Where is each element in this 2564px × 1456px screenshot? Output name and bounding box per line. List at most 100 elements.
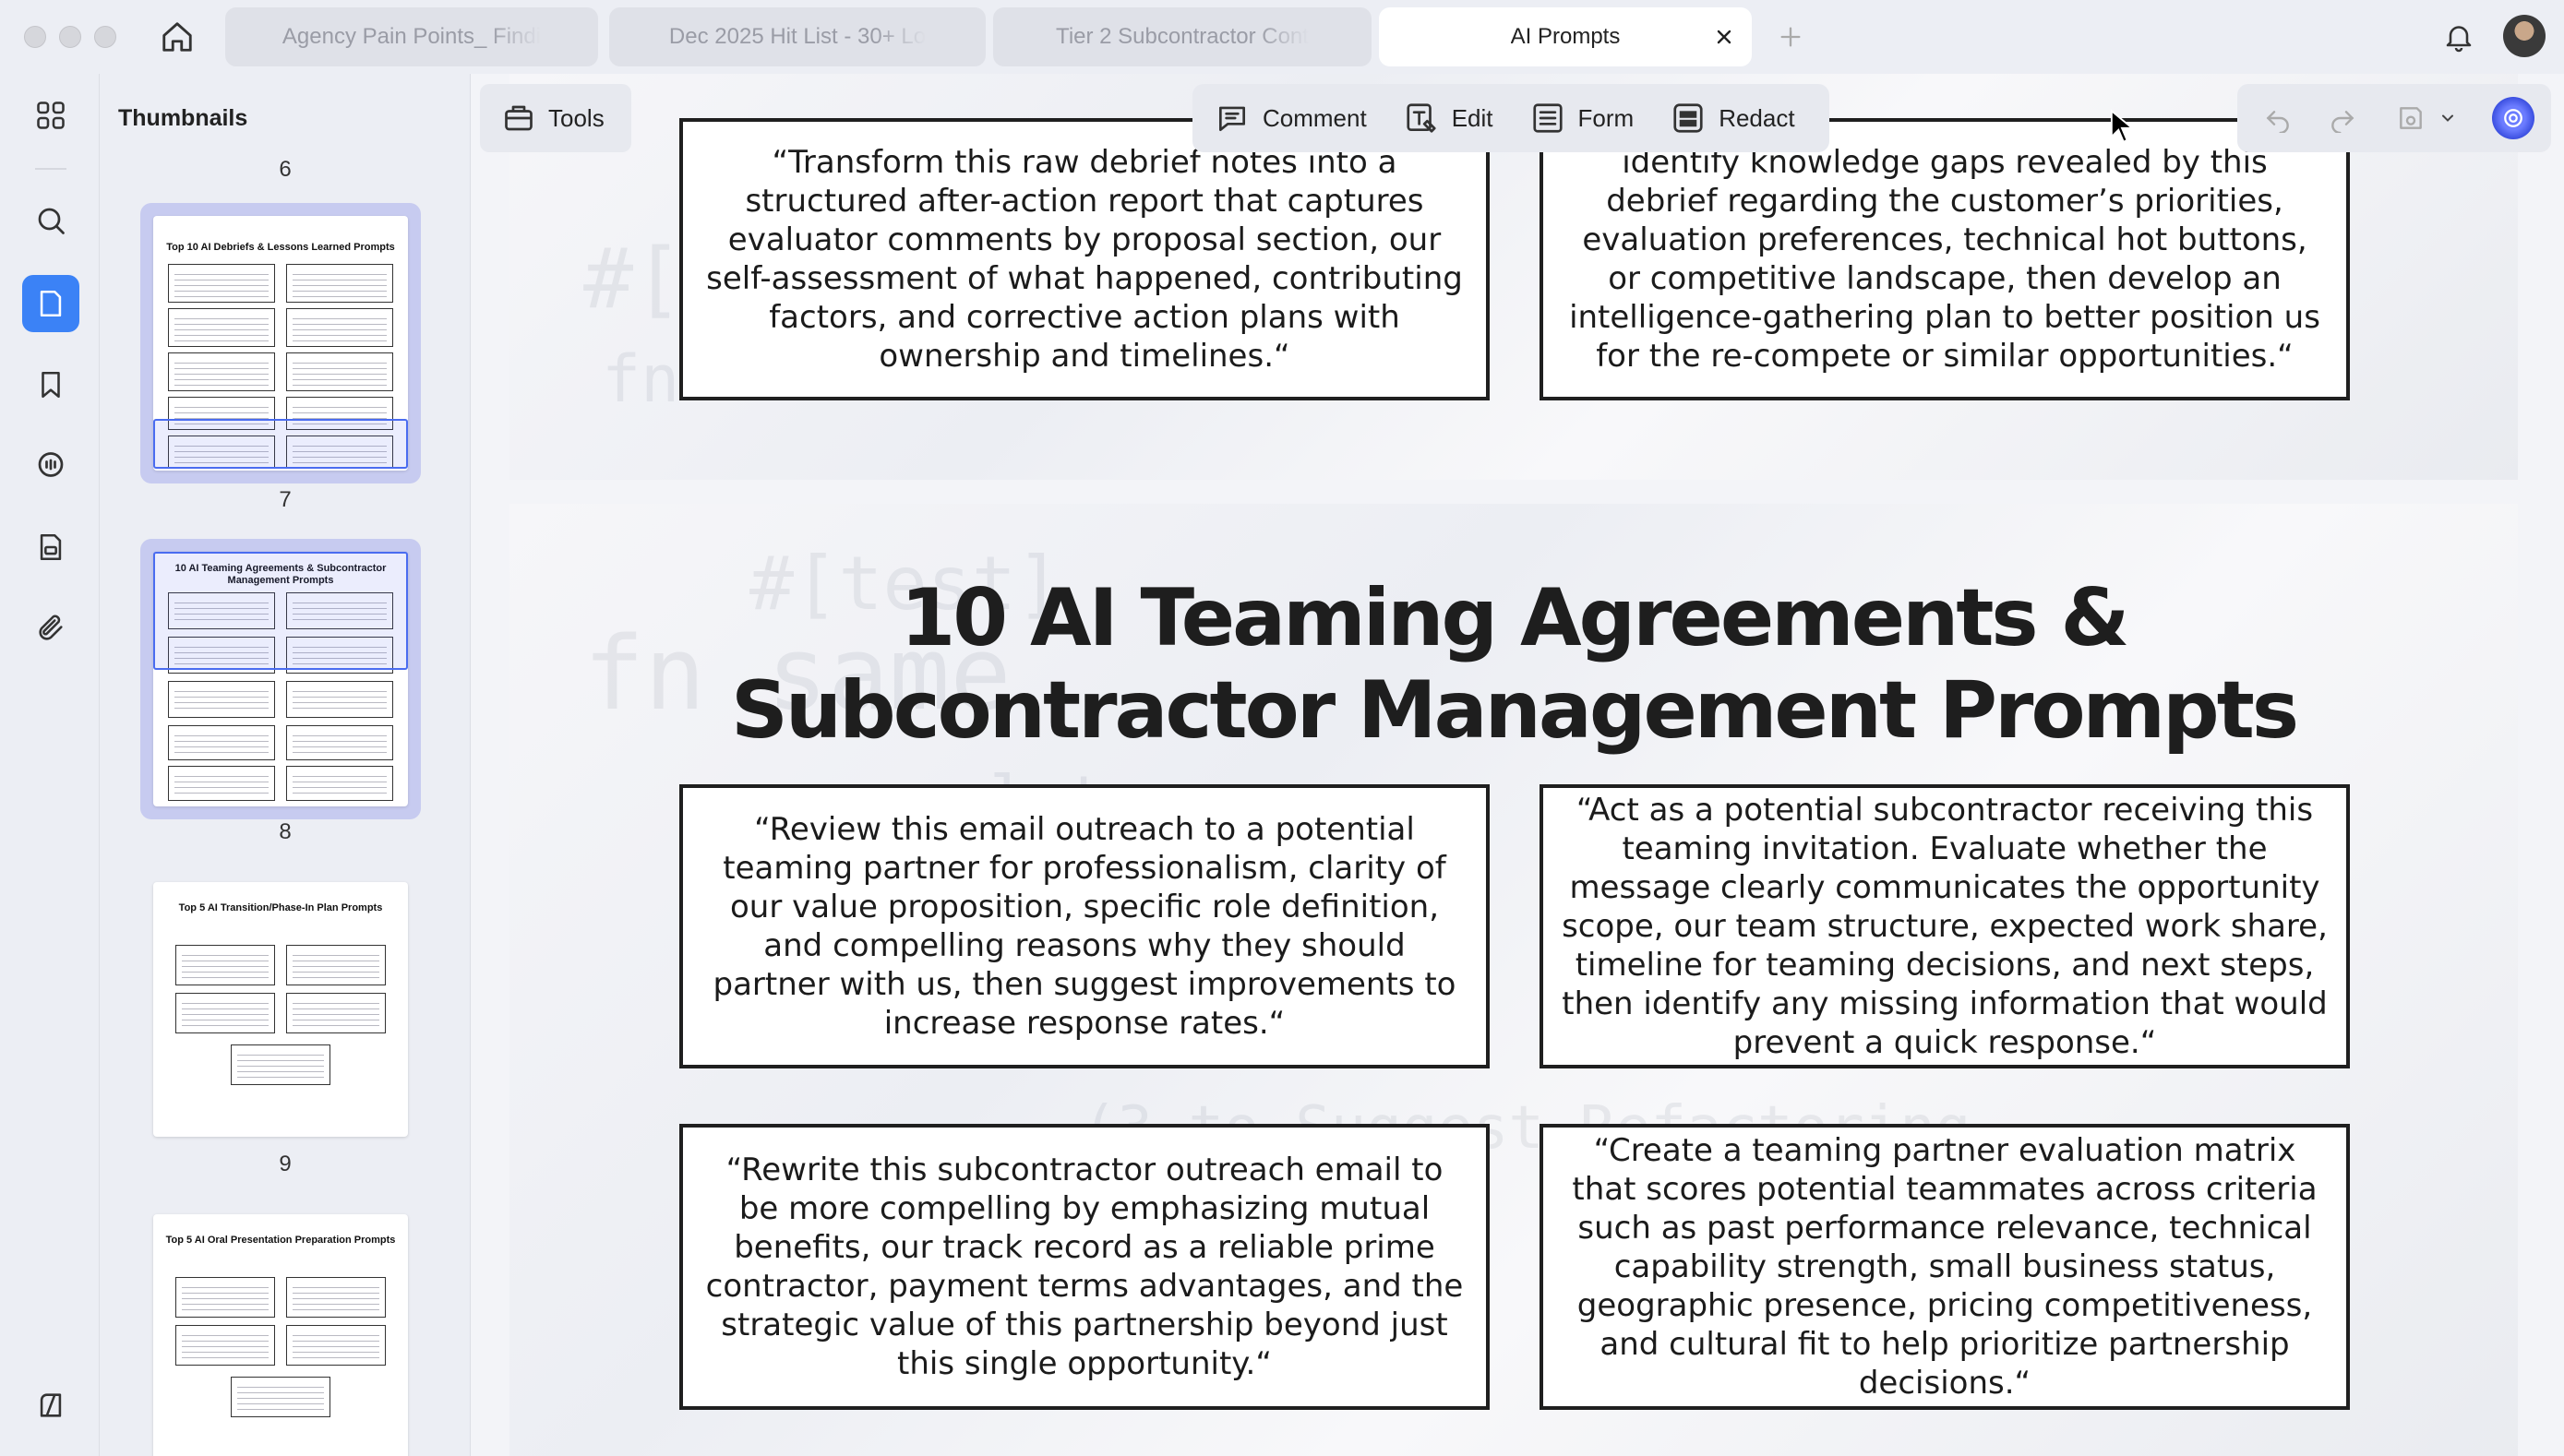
new-tab-button[interactable]	[1772, 18, 1809, 55]
mini-card	[231, 1044, 330, 1085]
comment-icon	[38, 452, 64, 477]
avatar[interactable]	[2503, 15, 2546, 57]
prompt-text: “Create a teaming partner evaluation mat…	[1572, 1132, 2318, 1402]
mini-card	[168, 264, 275, 303]
mini-card	[168, 681, 275, 718]
thumbnail-page-8[interactable]: 10 AI Teaming Agreements & Subcontractor…	[140, 539, 421, 819]
redact-label: Redact	[1719, 103, 1795, 132]
mini-card	[231, 1377, 330, 1417]
tools-button[interactable]: Tools	[480, 84, 631, 152]
undo-button[interactable]	[2261, 101, 2294, 135]
comment-label: Comment	[1263, 103, 1367, 132]
tab-ai-prompts[interactable]: AI Prompts	[1379, 7, 1752, 66]
undo-icon	[2266, 111, 2289, 133]
bell-icon	[2446, 26, 2472, 53]
close-tab-button[interactable]	[1713, 26, 1735, 48]
tools-label: Tools	[548, 103, 605, 132]
search-button[interactable]	[22, 192, 79, 249]
prompt-card: “Create a teaming partner evaluation mat…	[1540, 1124, 2350, 1410]
bookmarks-button[interactable]	[22, 356, 79, 413]
tab-label: Agency Pain Points_ Findi	[282, 24, 542, 49]
redact-button[interactable]: Redact	[1671, 101, 1795, 136]
search-icon	[38, 208, 65, 234]
thumbnails-title: Thumbnails	[118, 105, 248, 131]
tab-dec-2025-hit-list[interactable]: Dec 2025 Hit List - 30+ Lo	[609, 7, 986, 66]
mouse-cursor	[2110, 109, 2135, 149]
comment-button[interactable]: Comment	[1215, 101, 1367, 136]
edit-button[interactable]: Edit	[1404, 101, 1493, 136]
window-close-button[interactable]	[24, 26, 46, 48]
save-options-dropdown[interactable]	[2431, 101, 2464, 135]
background-code: #[	[583, 231, 684, 328]
mini-card	[286, 264, 393, 303]
attachments-button[interactable]	[22, 600, 79, 657]
window-zoom-button[interactable]	[94, 26, 116, 48]
form-label: Form	[1577, 103, 1635, 132]
apps-button[interactable]	[22, 87, 79, 144]
ai-assistant-icon	[2504, 109, 2522, 127]
grid-icon	[37, 101, 65, 129]
thumbnail-page-7[interactable]: Top 10 AI Debriefs & Lessons Learned Pro…	[140, 203, 421, 483]
rail-divider	[35, 168, 66, 170]
edit-text-icon	[1407, 103, 1436, 133]
mini-card	[168, 766, 275, 801]
edit-toolbar: Comment Edit Form Redact	[1192, 84, 1829, 152]
plus-icon	[1780, 27, 1801, 47]
prompt-text: “Rewrite this subcontractor outreach ema…	[705, 1152, 1464, 1382]
save-button[interactable]	[2394, 101, 2427, 135]
tab-label: Dec 2025 Hit List - 30+ Lo	[668, 24, 927, 49]
history-toolbar	[2237, 84, 2551, 152]
thumbnail-title: Top 5 AI Transition/Phase-In Plan Prompt…	[178, 902, 383, 913]
home-button[interactable]	[157, 18, 198, 55]
prompt-card: “Rewrite this subcontractor outreach ema…	[679, 1124, 1490, 1410]
tab-agency-pain-points[interactable]: Agency Pain Points_ Findi	[225, 7, 598, 66]
prompt-card: “Transform this raw debrief notes into a…	[679, 118, 1490, 400]
comments-button[interactable]	[22, 437, 79, 495]
thumbnails-button[interactable]	[22, 275, 79, 332]
mini-card	[175, 1277, 275, 1318]
form-icon	[1532, 103, 1563, 133]
mini-card	[286, 725, 393, 760]
mini-card	[286, 945, 386, 985]
chevron-down-icon	[2442, 114, 2453, 122]
section-heading-line: Subcontractor Management Prompts	[730, 664, 2299, 757]
mini-card	[286, 993, 386, 1033]
window-minimize-button[interactable]	[59, 26, 81, 48]
home-icon	[162, 22, 192, 52]
ai-assistant-button[interactable]	[2492, 97, 2534, 139]
page-number: 8	[279, 819, 292, 844]
sidebar-toggle-button[interactable]	[22, 1377, 79, 1434]
prompt-text: identify knowledge gaps revealed by this…	[1569, 144, 2320, 375]
mini-card	[168, 725, 275, 760]
document-icon	[40, 533, 62, 561]
mini-card	[175, 993, 275, 1033]
prompt-card: “Review this email outreach to a potenti…	[679, 784, 1490, 1068]
background-code: fn	[602, 341, 680, 417]
toolbox-icon	[505, 105, 533, 131]
notifications-button[interactable]	[2438, 17, 2479, 57]
page-number: 6	[279, 157, 292, 182]
edit-label: Edit	[1451, 103, 1493, 132]
comment-icon	[1218, 106, 1246, 132]
paperclip-icon	[39, 615, 63, 640]
attachments-panel-button[interactable]	[22, 519, 79, 576]
pointer-icon	[2110, 109, 2135, 143]
redo-icon	[2331, 111, 2354, 133]
thumbnail-page-9[interactable]: Top 5 AI Transition/Phase-In Plan Prompt…	[153, 882, 408, 1137]
mini-card	[175, 1325, 275, 1366]
save-icon	[2400, 107, 2422, 129]
page-icon	[40, 290, 62, 317]
tab-tier-2-subcontractor[interactable]: Tier 2 Subcontractor Cont	[993, 7, 1372, 66]
mini-card	[286, 681, 393, 718]
thumbnail-page-10[interactable]: Top 5 AI Oral Presentation Preparation P…	[153, 1214, 408, 1456]
bookmark-icon	[42, 371, 60, 399]
left-icon-rail	[0, 74, 100, 1456]
page-number: 7	[279, 487, 292, 512]
tab-label: AI Prompts	[1510, 24, 1621, 49]
tab-label: Tier 2 Subcontractor Cont	[1056, 24, 1309, 49]
mini-card	[286, 1277, 386, 1318]
document-viewer[interactable]: #[ fn #[test] fn same let cases (3 to Su…	[471, 74, 2564, 1456]
form-button[interactable]: Form	[1530, 101, 1635, 136]
redo-button[interactable]	[2326, 101, 2359, 135]
mini-card	[175, 945, 275, 985]
